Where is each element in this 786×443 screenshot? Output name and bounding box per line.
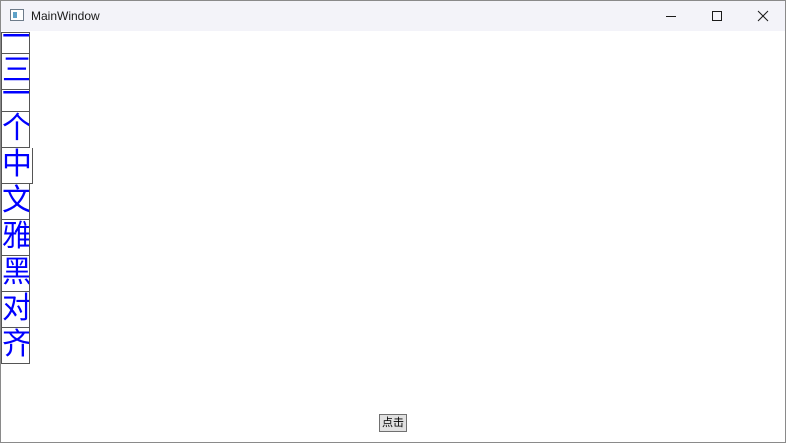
window-title: MainWindow (31, 9, 100, 23)
char-cell: 齐 (1, 328, 30, 364)
char-cell: 对 (1, 292, 30, 328)
char-cell: 中 (1, 148, 33, 184)
app-icon (10, 9, 24, 21)
char-cell: 黑 (1, 256, 30, 292)
char-cell: 一 (1, 32, 30, 54)
main-window: MainWindow 一 三 一 个 中 文 雅 黑 对 齐 点击 (0, 0, 786, 443)
maximize-button[interactable] (694, 1, 740, 31)
char-cell: 个 (1, 112, 30, 148)
title-bar[interactable]: MainWindow (1, 1, 785, 31)
click-button[interactable]: 点击 (379, 414, 407, 432)
char-cell: 一 (1, 90, 30, 112)
minimize-icon (666, 16, 676, 17)
close-button[interactable] (740, 1, 786, 31)
client-area: 一 三 一 个 中 文 雅 黑 对 齐 点击 (1, 32, 785, 442)
char-cell: 雅 (1, 220, 30, 256)
character-stack: 一 三 一 个 中 文 雅 黑 对 齐 (1, 32, 33, 364)
char-cell: 文 (1, 184, 30, 220)
maximize-icon (712, 11, 722, 21)
char-cell: 三 (1, 54, 30, 90)
close-icon (757, 10, 769, 22)
minimize-button[interactable] (648, 1, 694, 31)
